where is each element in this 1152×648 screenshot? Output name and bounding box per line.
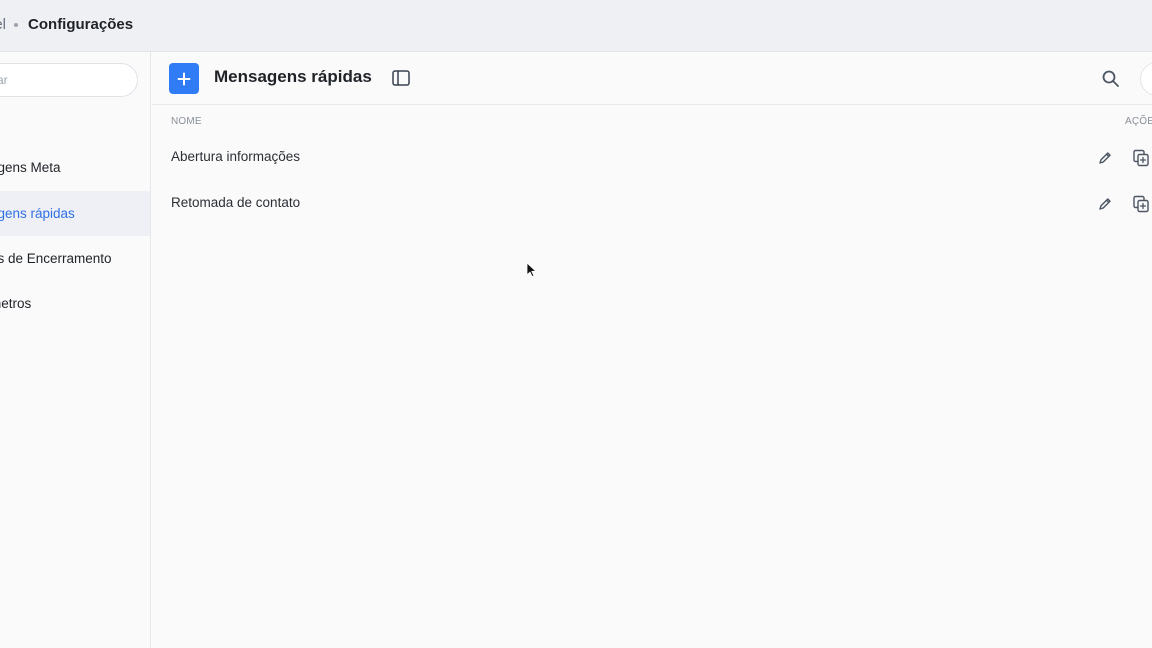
header-options-button[interactable] xyxy=(1140,62,1152,96)
sidebar-item-mensagens-rapidas[interactable]: agens rápidas xyxy=(0,191,150,236)
edit-icon[interactable] xyxy=(1097,196,1113,212)
table-row[interactable]: Retomada de contato xyxy=(152,181,1152,227)
column-header-name: NOME xyxy=(171,116,202,127)
sidebar-item-parametros[interactable]: metros xyxy=(0,281,150,326)
sidebar-item-mensagens-meta[interactable]: agens Meta xyxy=(0,145,150,190)
table-row[interactable]: Abertura informações xyxy=(152,135,1152,181)
top-bar: nel Configurações xyxy=(0,0,1152,52)
column-header-actions: AÇÕE xyxy=(1125,116,1152,127)
main-content: Mensagens rápidas NOME AÇÕE Abertura inf… xyxy=(152,52,1152,648)
sidebar-item-label: os de Encerramento xyxy=(0,251,112,266)
breadcrumb-separator xyxy=(14,22,19,27)
breadcrumb-current: Configurações xyxy=(28,16,134,33)
sidebar-item-label: agens Meta xyxy=(0,160,61,175)
sidebar-panel-icon[interactable] xyxy=(392,70,410,86)
row-name: Retomada de contato xyxy=(171,195,301,210)
row-name: Abertura informações xyxy=(171,149,301,164)
page-title: Mensagens rápidas xyxy=(214,67,372,86)
add-message-button[interactable] xyxy=(169,63,199,94)
breadcrumb-parent-link[interactable]: nel xyxy=(0,16,6,33)
sidebar: agens Meta agens rápidas os de Encerrame… xyxy=(0,52,151,648)
sidebar-item-encerramento[interactable]: os de Encerramento xyxy=(0,236,150,281)
plus-icon xyxy=(177,72,191,85)
search-icon[interactable] xyxy=(1101,69,1121,89)
sidebar-search-input[interactable] xyxy=(0,63,138,97)
duplicate-icon[interactable] xyxy=(1132,195,1150,213)
edit-icon[interactable] xyxy=(1097,150,1113,166)
duplicate-icon[interactable] xyxy=(1132,149,1150,167)
mouse-cursor-icon xyxy=(526,262,537,277)
sidebar-item-label: metros xyxy=(0,296,32,311)
breadcrumb: nel Configurações xyxy=(0,16,133,33)
sidebar-item-label: agens rápidas xyxy=(0,206,75,221)
main-header: Mensagens rápidas xyxy=(152,52,1152,105)
